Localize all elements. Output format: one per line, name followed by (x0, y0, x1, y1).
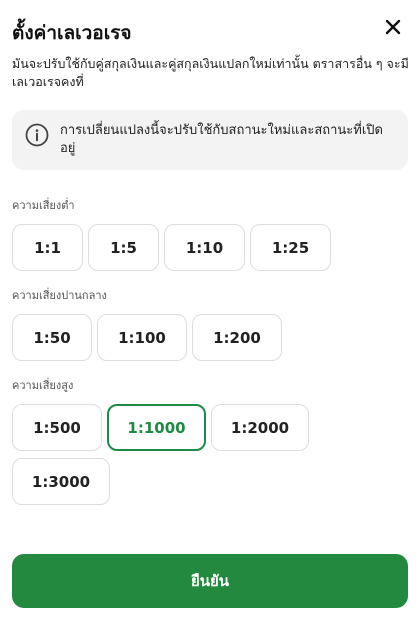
leverage-option-1-2000[interactable]: 1:2000 (211, 404, 309, 451)
info-notice: การเปลี่ยนแปลงนี้จะปรับใช้กับสถานะใหม่แล… (12, 110, 408, 170)
section-label-low-risk: ความเสี่ยงต่ำ (12, 199, 75, 212)
dialog-subtitle: มันจะปรับใช้กับคู่สกุลเงินและคู่สกุลเงิน… (12, 56, 409, 89)
close-button[interactable] (380, 14, 406, 40)
dialog-title: ตั้งค่าเลเวอเรจ (12, 22, 132, 44)
leverage-option-1-25[interactable]: 1:25 (250, 224, 331, 271)
leverage-option-1-100[interactable]: 1:100 (97, 314, 187, 361)
section-label-high-risk: ความเสี่ยงสูง (12, 379, 74, 392)
confirm-button[interactable]: ยืนยัน (12, 554, 408, 608)
leverage-option-1-5[interactable]: 1:5 (88, 224, 159, 271)
leverage-option-1-3000[interactable]: 1:3000 (12, 458, 110, 505)
info-icon (25, 123, 49, 147)
notice-text: การเปลี่ยนแปลงนี้จะปรับใช้กับสถานะใหม่แล… (60, 123, 384, 156)
leverage-option-1-200[interactable]: 1:200 (192, 314, 282, 361)
leverage-option-1-1[interactable]: 1:1 (12, 224, 83, 271)
close-icon (385, 19, 401, 35)
leverage-option-1-50[interactable]: 1:50 (12, 314, 92, 361)
leverage-option-1-500[interactable]: 1:500 (12, 404, 102, 451)
leverage-option-1-10[interactable]: 1:10 (164, 224, 245, 271)
leverage-option-1-1000[interactable]: 1:1000 (107, 404, 206, 451)
section-label-medium-risk: ความเสี่ยงปานกลาง (12, 289, 107, 302)
